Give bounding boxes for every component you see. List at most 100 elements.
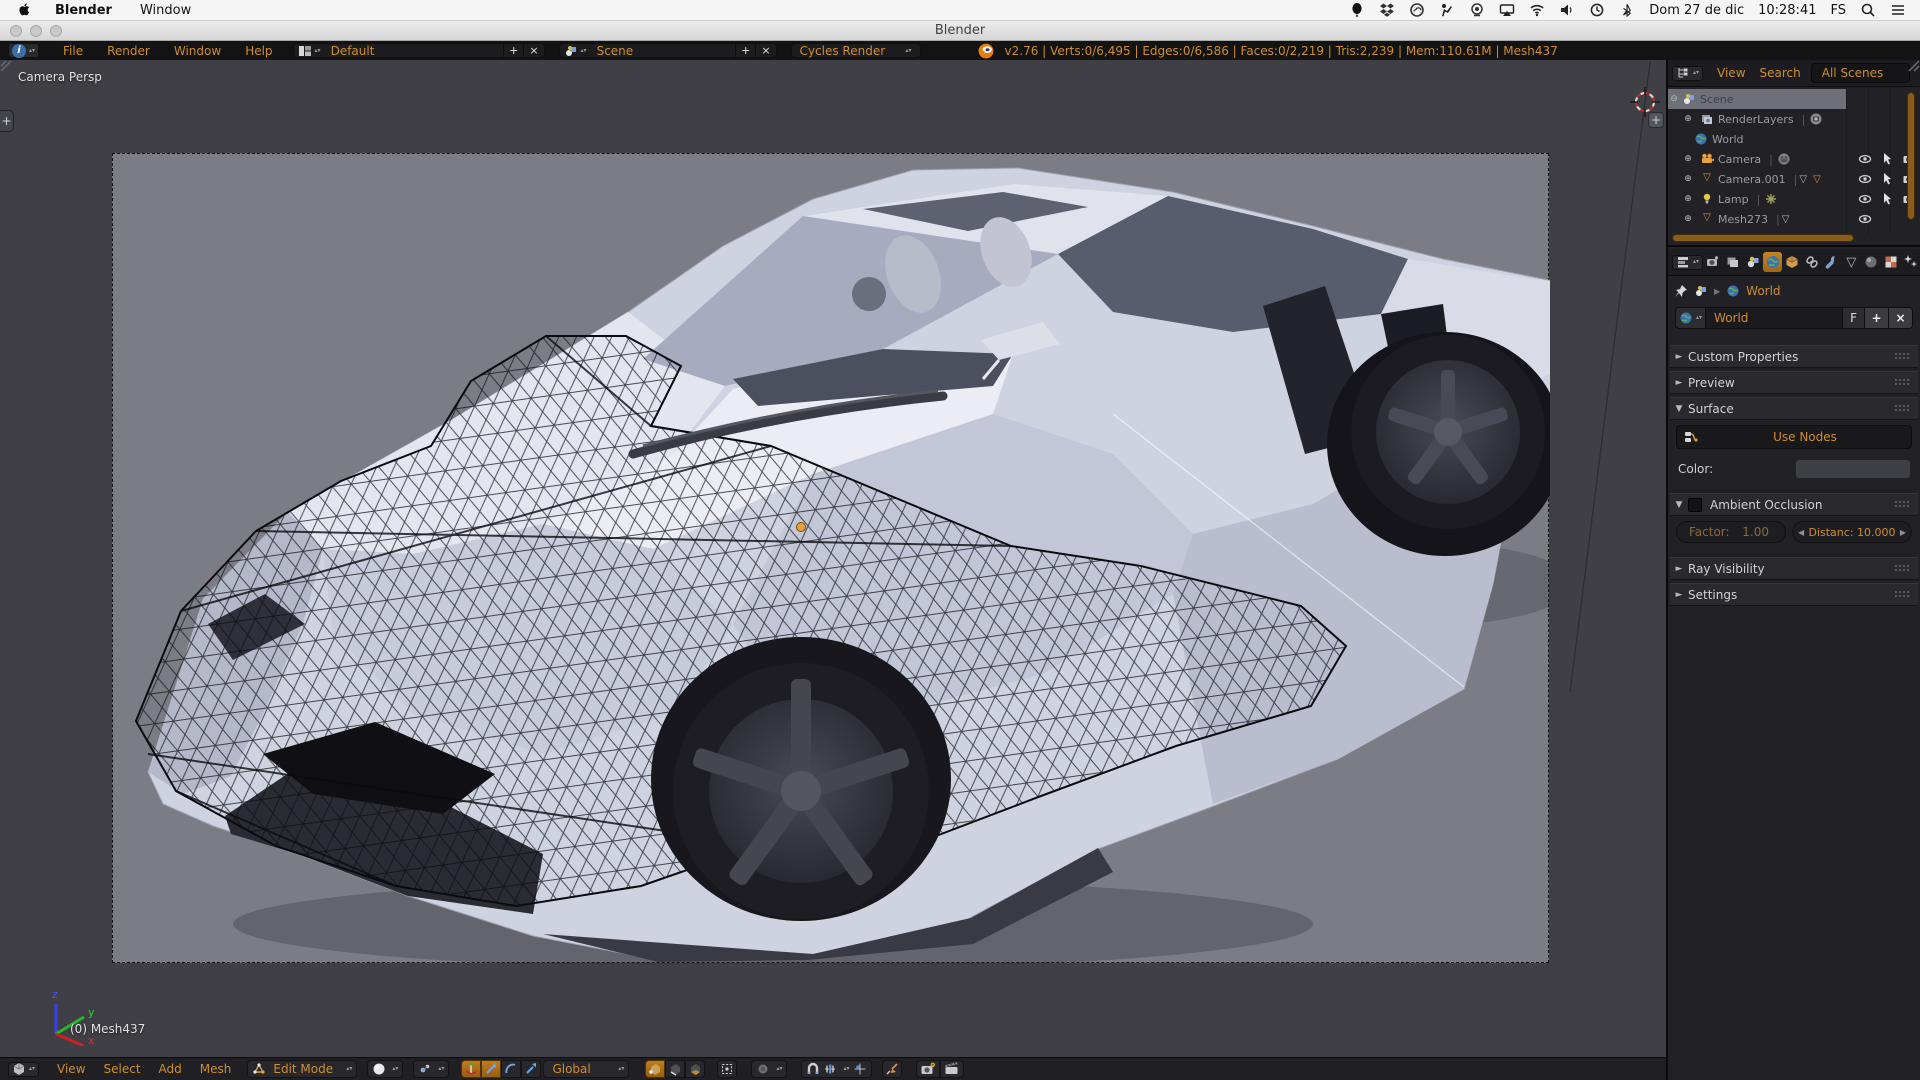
scale-manipulator-button[interactable] xyxy=(521,1060,541,1078)
panel-ambient-occlusion[interactable]: ▼ Ambient Occlusion xyxy=(1670,493,1918,516)
tab-material[interactable] xyxy=(1862,252,1881,272)
vertex-select-button[interactable] xyxy=(645,1060,665,1078)
ao-factor-slider[interactable]: Factor: 1.00 xyxy=(1676,521,1786,543)
spotlight-search-icon[interactable] xyxy=(1860,2,1876,18)
panel-settings[interactable]: ► Settings xyxy=(1670,583,1918,606)
lamp-data-badge-icon[interactable] xyxy=(1764,192,1778,206)
rotate-manipulator-button[interactable] xyxy=(501,1060,521,1078)
hide-toggle-eye-icon[interactable] xyxy=(1858,212,1872,226)
tab-object[interactable] xyxy=(1783,252,1802,272)
camera-data-badge-icon[interactable] xyxy=(1777,152,1791,166)
snap-target-icon[interactable] xyxy=(853,1062,867,1076)
wifi-status-icon[interactable] xyxy=(1529,2,1545,18)
expand-icon[interactable]: ⊕ xyxy=(1682,154,1694,164)
renderlayer-badge-icon[interactable] xyxy=(1809,112,1823,126)
pin-icon[interactable] xyxy=(1674,284,1688,298)
snap-peel-button[interactable] xyxy=(882,1060,902,1078)
tab-modifiers[interactable] xyxy=(1822,252,1841,272)
hide-toggle-eye-icon[interactable] xyxy=(1858,192,1872,206)
opengl-render-anim-button[interactable] xyxy=(940,1060,964,1078)
scene-selector[interactable]: ▴▾ Scene + × xyxy=(559,43,777,58)
add-world-button[interactable]: + xyxy=(1865,307,1889,329)
mesh-data-badge-icon[interactable]: ▽ xyxy=(1799,174,1807,185)
outliner-display-mode[interactable]: All Scenes xyxy=(1811,63,1911,83)
menubar-date[interactable]: Dom 27 de dic xyxy=(1649,3,1744,18)
panel-grip[interactable] xyxy=(1894,404,1910,413)
viewport-canvas[interactable]: Camera Persp + + z y x (0) Mesh437 xyxy=(0,60,1666,1057)
outliner-row-lamp[interactable]: ⊕ Lamp | xyxy=(1668,189,1920,209)
snap-magnet-icon[interactable] xyxy=(806,1062,820,1076)
vp-menu-mesh[interactable]: Mesh xyxy=(200,1062,232,1076)
viewport-shading-selector[interactable]: ▴▾ xyxy=(367,1060,403,1078)
delete-layout-button[interactable]: × xyxy=(523,44,543,57)
render-engine-selector[interactable]: Cycles Render ▴▾ xyxy=(791,43,921,58)
delete-scene-button[interactable]: × xyxy=(755,44,775,57)
menubar-item-window[interactable]: Window xyxy=(140,3,191,18)
ambient-occlusion-checkbox[interactable] xyxy=(1688,498,1702,512)
ao-distance-field[interactable]: ◀ Distanc: 10.000 ▶ xyxy=(1792,521,1912,543)
properties-editor-type-selector[interactable]: ▴▾ xyxy=(1672,255,1703,270)
tab-object-data[interactable]: ▽ xyxy=(1842,252,1861,272)
pivot-point-selector[interactable]: ▴▾ xyxy=(413,1060,449,1078)
scene-breadcrumb-icon[interactable] xyxy=(1694,284,1708,298)
proportional-edit-selector[interactable]: ▴▾ xyxy=(751,1060,787,1078)
dropbox-status-icon[interactable] xyxy=(1379,2,1395,18)
properties-region-expand-button[interactable]: + xyxy=(1648,112,1664,128)
camera-status-icon[interactable] xyxy=(1469,2,1485,18)
balloon-status-icon[interactable] xyxy=(1349,2,1365,18)
outliner-tab-search[interactable]: Search xyxy=(1760,66,1801,80)
input-source-indicator[interactable]: FS xyxy=(1830,3,1846,18)
menubar-clock[interactable]: 10:28:41 xyxy=(1758,3,1816,18)
expand-icon[interactable]: ⊕ xyxy=(1682,114,1694,124)
tab-scene[interactable] xyxy=(1743,252,1762,272)
outliner-corner-widget[interactable] xyxy=(1908,60,1920,72)
selectable-toggle-cursor-icon[interactable] xyxy=(1880,192,1894,206)
vp-menu-select[interactable]: Select xyxy=(104,1062,141,1076)
notification-center-icon[interactable] xyxy=(1890,2,1906,18)
collapse-icon[interactable]: ⊖ xyxy=(1668,94,1680,104)
outliner-row-mesh273[interactable]: ⊕ ▽ Mesh273 | ▽ xyxy=(1668,209,1920,229)
outliner-row-scene[interactable]: ⊖ Scene xyxy=(1668,89,1920,109)
outliner-horizontal-scrollbar[interactable] xyxy=(1672,234,1854,242)
hide-toggle-eye-icon[interactable] xyxy=(1858,172,1872,186)
occlude-geometry-button[interactable] xyxy=(717,1060,737,1078)
add-scene-button[interactable]: + xyxy=(735,44,755,57)
tab-texture[interactable] xyxy=(1882,252,1901,272)
vp-menu-view[interactable]: View xyxy=(57,1062,85,1076)
panel-preview[interactable]: ► Preview xyxy=(1670,371,1918,394)
mesh-data-badge-icon[interactable]: ▽ xyxy=(1782,214,1790,225)
apple-menu-icon[interactable] xyxy=(18,3,33,18)
panel-surface[interactable]: ▼ Surface xyxy=(1670,397,1918,420)
panel-ray-visibility[interactable]: ► Ray Visibility xyxy=(1670,557,1918,580)
face-select-button[interactable] xyxy=(685,1060,705,1078)
panel-grip[interactable] xyxy=(1894,590,1910,599)
selectable-toggle-cursor-icon[interactable] xyxy=(1880,172,1894,186)
panel-grip[interactable] xyxy=(1894,378,1910,387)
world-color-swatch[interactable] xyxy=(1795,459,1911,479)
transform-orientation-selector[interactable]: Global ▴▾ xyxy=(543,1060,629,1078)
add-layout-button[interactable]: + xyxy=(503,44,523,57)
increment-arrow-icon[interactable]: ▶ xyxy=(1900,528,1906,537)
outliner-row-camera-001[interactable]: ⊕ ▽ Camera.001 | ▽ ▽ xyxy=(1668,169,1920,189)
outliner-row-renderlayers[interactable]: ⊕ RenderLayers | xyxy=(1668,109,1920,129)
tab-particles[interactable] xyxy=(1901,252,1920,272)
outliner-editor-type-selector[interactable]: ▴▾ xyxy=(1672,66,1703,81)
expand-icon[interactable]: ⊕ xyxy=(1682,194,1694,204)
datablock-name-field[interactable]: World xyxy=(1706,307,1843,329)
viewport-editor-type-selector[interactable]: ▴▾ xyxy=(8,1062,39,1077)
vp-menu-add[interactable]: Add xyxy=(159,1062,182,1076)
airplay-status-icon[interactable] xyxy=(1499,2,1515,18)
expand-icon[interactable]: ⊕ xyxy=(1682,174,1694,184)
datablock-browse-button[interactable]: ▴▾ xyxy=(1675,307,1706,329)
tab-constraints[interactable] xyxy=(1803,252,1822,272)
menu-window[interactable]: Window xyxy=(174,44,221,58)
panel-grip[interactable] xyxy=(1894,352,1910,361)
tab-world[interactable] xyxy=(1763,252,1782,272)
tab-render-layers[interactable] xyxy=(1724,252,1743,272)
unlink-world-button[interactable]: × xyxy=(1889,307,1913,329)
volume-status-icon[interactable] xyxy=(1559,2,1575,18)
translate-manipulator-button[interactable] xyxy=(481,1060,501,1078)
menu-file[interactable]: File xyxy=(63,44,83,58)
time-machine-status-icon[interactable] xyxy=(1589,2,1605,18)
outliner-tab-view[interactable]: View xyxy=(1717,66,1745,80)
